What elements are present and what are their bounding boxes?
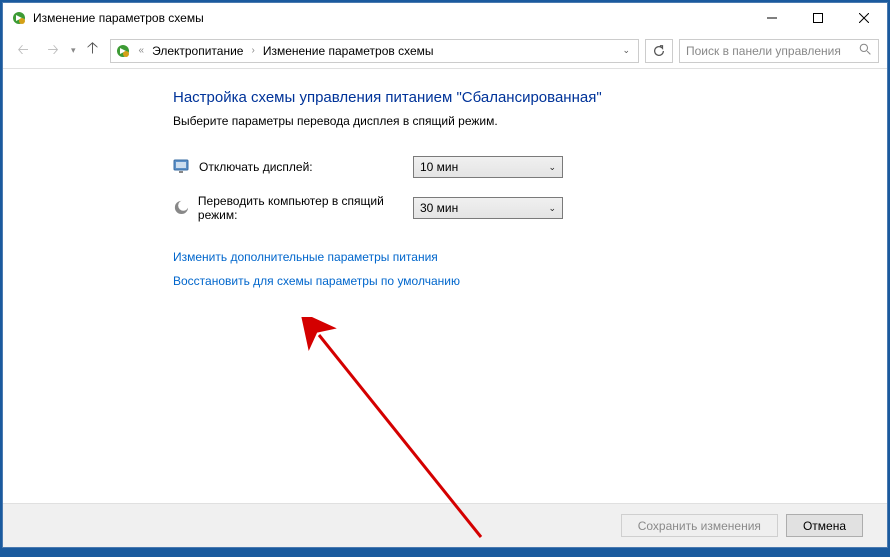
history-dropdown-icon[interactable]: ▾ (71, 45, 76, 56)
display-off-row: Отключать дисплей: 10 мин ⌄ (173, 156, 847, 178)
address-bar[interactable]: « Электропитание › Изменение параметров … (110, 39, 639, 63)
window-title: Изменение параметров схемы (33, 11, 749, 25)
sleep-select[interactable]: 30 мин ⌄ (413, 197, 563, 219)
address-dropdown-icon[interactable]: ⌄ (618, 45, 634, 56)
close-button[interactable] (841, 3, 887, 33)
chevron-left-icon: « (135, 45, 149, 56)
display-off-value: 10 мин (420, 160, 458, 174)
power-options-icon (11, 10, 27, 26)
moon-icon (173, 199, 190, 217)
page-subtitle: Выберите параметры перевода дисплея в сп… (173, 114, 847, 128)
search-placeholder: Поиск в панели управления (686, 44, 841, 58)
search-input[interactable]: Поиск в панели управления (679, 39, 879, 63)
display-off-label: Отключать дисплей: (199, 160, 313, 174)
footer-buttons: Сохранить изменения Отмена (3, 503, 887, 547)
content-area: Настройка схемы управления питанием "Сба… (3, 69, 887, 503)
chevron-down-icon: ⌄ (548, 162, 556, 173)
navigation-toolbar: 🡠 🡢 ▾ 🡡 « Электропитание › Изменение пар… (3, 33, 887, 69)
chevron-right-icon: › (247, 45, 258, 56)
power-options-icon (115, 43, 131, 59)
control-panel-window: Изменение параметров схемы 🡠 🡢 ▾ 🡡 « Эле… (2, 2, 888, 548)
save-button: Сохранить изменения (621, 514, 778, 537)
search-icon (859, 43, 872, 59)
sleep-label: Переводить компьютер в спящий режим: (198, 194, 413, 222)
breadcrumb-root[interactable]: Электропитание (152, 44, 243, 58)
maximize-button[interactable] (795, 3, 841, 33)
sleep-row: Переводить компьютер в спящий режим: 30 … (173, 194, 847, 222)
chevron-down-icon: ⌄ (548, 203, 556, 214)
back-button[interactable]: 🡠 (11, 39, 35, 63)
links-section: Изменить дополнительные параметры питани… (173, 250, 847, 298)
monitor-icon (173, 158, 191, 176)
page-title: Настройка схемы управления питанием "Сба… (173, 89, 847, 106)
cancel-button[interactable]: Отмена (786, 514, 863, 537)
display-off-select[interactable]: 10 мин ⌄ (413, 156, 563, 178)
forward-button[interactable]: 🡢 (41, 39, 65, 63)
restore-defaults-link[interactable]: Восстановить для схемы параметры по умол… (173, 274, 460, 288)
titlebar: Изменение параметров схемы (3, 3, 887, 33)
sleep-value: 30 мин (420, 201, 458, 215)
breadcrumb-current[interactable]: Изменение параметров схемы (263, 44, 434, 58)
minimize-button[interactable] (749, 3, 795, 33)
advanced-settings-link[interactable]: Изменить дополнительные параметры питани… (173, 250, 438, 264)
refresh-button[interactable] (645, 39, 673, 63)
up-button[interactable]: 🡡 (82, 40, 104, 62)
